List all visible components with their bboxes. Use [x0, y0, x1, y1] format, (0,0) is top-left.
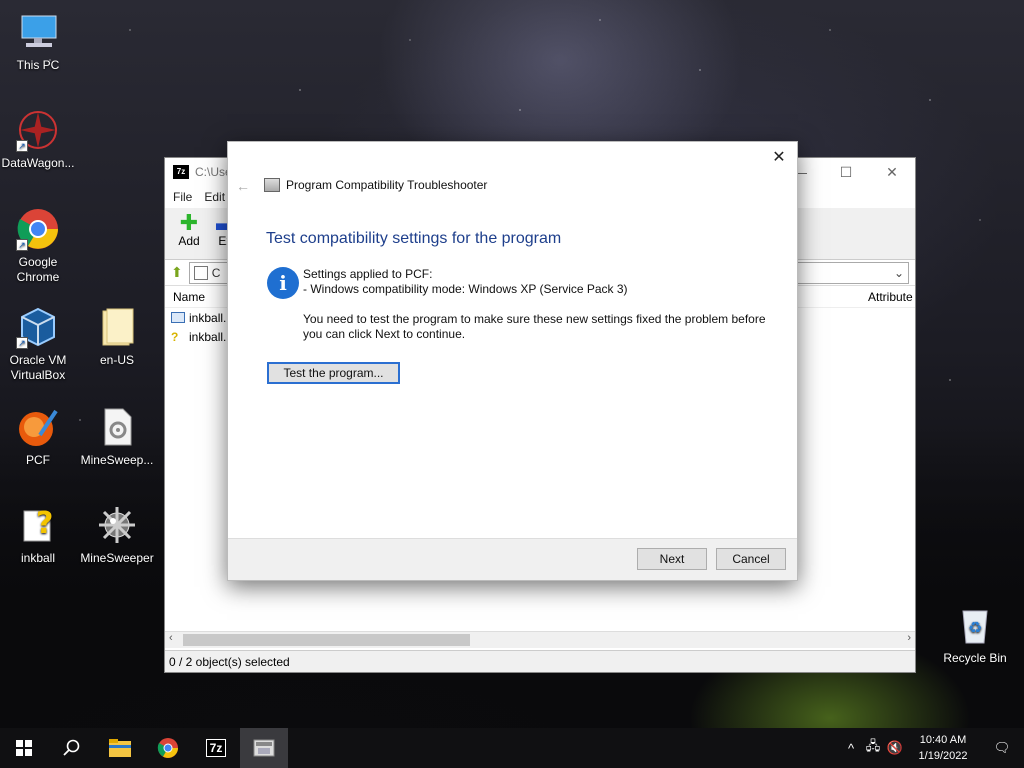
close-icon[interactable]: ✕ — [869, 158, 915, 186]
desktop-icon-label: DataWagon... — [1, 156, 75, 170]
network-icon[interactable]: 🖧 — [862, 737, 884, 759]
status-bar: 0 / 2 object(s) selected — [165, 650, 915, 672]
desktop-icon-pcf[interactable]: PCF — [0, 405, 76, 468]
desktop-icon-label: MineSweeper — [80, 551, 154, 565]
troubleshooter-icon — [253, 739, 275, 757]
folder-up-icon[interactable]: ⬆ — [171, 264, 183, 281]
folder-icon — [109, 739, 131, 757]
maximize-icon[interactable]: ☐ — [823, 158, 869, 186]
path-icon — [193, 266, 208, 281]
address-text: C — [211, 265, 221, 280]
test-program-button[interactable]: Test the program... — [267, 362, 400, 384]
settings-line: - Windows compatibility mode: Windows XP… — [303, 282, 628, 296]
system-tray: ^ 🖧 🔇 10:40 AM 1/19/2022 🗨 — [840, 728, 1024, 768]
desktop-icon-label: Google Chrome — [16, 255, 60, 284]
volume-muted-icon[interactable]: 🔇 — [884, 740, 906, 756]
menu-edit[interactable]: Edit — [204, 190, 225, 204]
desktop-icon-label: Oracle VM VirtualBox — [9, 353, 67, 382]
shortcut-arrow-icon: ↗ — [16, 239, 28, 251]
horizontal-scrollbar[interactable]: ‹ › — [165, 631, 915, 648]
shortcut-arrow-icon: ↗ — [16, 337, 28, 349]
add-button-label: Add — [178, 234, 200, 248]
compatibility-troubleshooter-dialog[interactable]: ✕ ← Program Compatibility Troubleshooter… — [227, 141, 798, 581]
desktop-icon-minesweeper[interactable]: MineSweeper — [79, 503, 155, 566]
info-icon: i — [267, 267, 299, 299]
desktop-icon-label: inkball — [20, 551, 56, 565]
taskbar-7zip[interactable]: 7z — [192, 728, 240, 768]
taskbar-troubleshooter[interactable] — [240, 728, 288, 768]
settings-line: Settings applied to PCF: — [303, 267, 433, 281]
clock[interactable]: 10:40 AM 1/19/2022 — [906, 732, 980, 764]
scroll-right-icon[interactable]: › — [907, 632, 911, 644]
svg-text:?: ? — [36, 506, 53, 541]
dialog-heading: Test compatibility settings for the prog… — [266, 230, 562, 247]
plus-icon: ✚ — [179, 210, 199, 235]
desktop-icon-inkball[interactable]: ? inkball — [0, 503, 76, 566]
desktop-icon-minesweeper-config[interactable]: MineSweep... — [79, 405, 155, 468]
notifications-icon[interactable]: 🗨 — [980, 740, 1024, 756]
pcf-icon — [16, 405, 60, 449]
settings-summary: Settings applied to PCF: - Windows compa… — [303, 267, 628, 297]
desktop-icon-recycle-bin[interactable]: ♻ Recycle Bin — [937, 603, 1013, 666]
desktop-icon-google-chrome[interactable]: ↗ Google Chrome — [0, 207, 76, 285]
datawagon-icon: ↗ — [16, 108, 60, 152]
dialog-title: Program Compatibility Troubleshooter — [286, 178, 488, 192]
taskbar: 7z ^ 🖧 🔇 10:40 AM 1/19/2022 🗨 — [0, 728, 1024, 768]
chrome-icon — [157, 738, 178, 758]
desktop-icon-label: This PC — [16, 58, 60, 72]
chevron-down-icon[interactable]: ⌄ — [894, 263, 904, 283]
7zip-icon: 7z — [205, 739, 227, 757]
desktop-icon-label: Recycle Bin — [943, 651, 1007, 665]
computer-icon — [16, 10, 60, 54]
cancel-button[interactable]: Cancel — [716, 548, 786, 570]
desktop-icon-label: en-US — [99, 353, 134, 367]
troubleshooter-icon — [264, 178, 280, 192]
dialog-footer: Next Cancel — [228, 538, 797, 580]
next-button[interactable]: Next — [637, 548, 707, 570]
minesweeper-icon — [95, 503, 139, 547]
7zip-icon: 7z — [173, 165, 189, 179]
shortcut-arrow-icon: ↗ — [16, 140, 28, 152]
folder-icon — [95, 305, 139, 349]
search-button[interactable] — [48, 728, 96, 768]
inkball-icon: ? — [16, 503, 60, 547]
desktop-icon-label: PCF — [26, 453, 50, 467]
virtualbox-icon: ↗ — [16, 305, 60, 349]
back-arrow-icon[interactable]: ← — [236, 178, 250, 194]
desktop-icon-virtualbox[interactable]: ↗ Oracle VM VirtualBox — [0, 305, 76, 383]
chrome-icon: ↗ — [16, 207, 60, 251]
windows-icon — [16, 740, 32, 756]
status-text: 0 / 2 object(s) selected — [169, 654, 290, 669]
file-name: inkball. — [189, 329, 227, 344]
file-question-icon: ? — [171, 329, 179, 344]
taskbar-chrome[interactable] — [144, 728, 192, 768]
search-icon — [63, 739, 80, 756]
file-name: inkball. — [189, 310, 227, 325]
svg-text:♻: ♻ — [968, 618, 982, 637]
scrollbar-thumb[interactable] — [183, 634, 470, 646]
desktop-icon-datawagon[interactable]: ↗ DataWagon... — [0, 108, 76, 171]
desktop-icon-en-us[interactable]: en-US — [79, 305, 155, 368]
recycle-bin-icon: ♻ — [953, 603, 997, 647]
clock-time: 10:40 AM — [919, 734, 967, 746]
menu-file[interactable]: File — [173, 190, 192, 204]
dialog-title-row: Program Compatibility Troubleshooter — [264, 178, 487, 192]
add-button[interactable]: ✚ Add — [175, 208, 203, 249]
column-attributes[interactable]: Attribute — [868, 290, 913, 304]
close-icon[interactable]: ✕ — [767, 146, 791, 170]
desktop-icon-label: MineSweep... — [80, 453, 154, 467]
chevron-up-icon[interactable]: ^ — [840, 741, 862, 756]
scroll-left-icon[interactable]: ‹ — [169, 632, 173, 644]
column-name[interactable]: Name — [173, 290, 205, 304]
desktop-icon-this-pc[interactable]: This PC — [0, 10, 76, 73]
instruction-message: You need to test the program to make sur… — [303, 312, 766, 341]
file-gear-icon — [95, 405, 139, 449]
clock-date: 1/19/2022 — [918, 750, 968, 762]
start-button[interactable] — [0, 728, 48, 768]
taskbar-file-explorer[interactable] — [96, 728, 144, 768]
exe-icon — [171, 312, 185, 323]
